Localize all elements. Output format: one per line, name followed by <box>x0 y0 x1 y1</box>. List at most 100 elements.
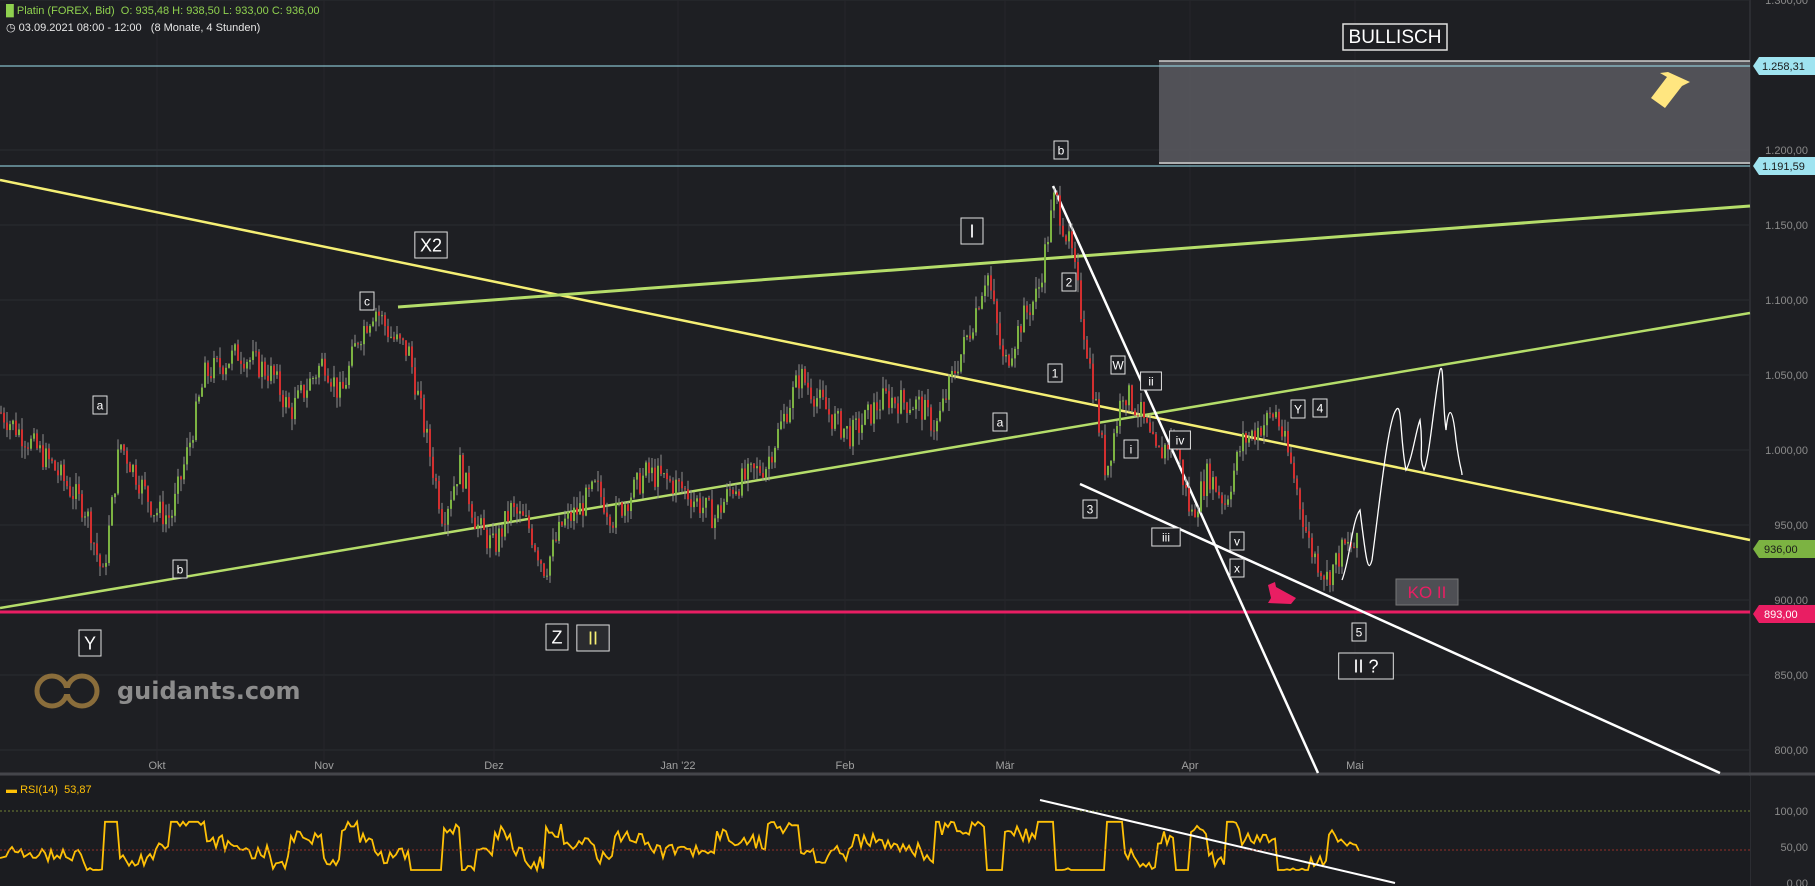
candle-body <box>501 528 503 537</box>
candle-body <box>105 563 107 567</box>
candle-body <box>909 409 911 414</box>
candle-body <box>447 508 449 525</box>
candle-body <box>747 463 749 480</box>
chart-canvas: 800,00850,00900,00950,001.000,001.050,00… <box>0 0 1815 886</box>
candle-body <box>708 497 710 500</box>
candle-body <box>732 489 734 495</box>
candle-body <box>996 301 998 324</box>
candle-body <box>1047 241 1049 245</box>
candle-body <box>369 325 371 333</box>
candle-body <box>150 501 152 516</box>
candle-body <box>141 479 143 494</box>
candle-body <box>210 376 212 379</box>
candle-body <box>252 351 254 360</box>
candle-body <box>1326 571 1328 580</box>
candle-body <box>615 502 617 528</box>
candle-body <box>39 445 41 449</box>
candle-body <box>345 384 347 389</box>
candle-body <box>291 407 293 420</box>
candle-body <box>432 456 434 478</box>
candle-body <box>1224 503 1226 505</box>
price-tag-1258: 1.258,31 <box>1753 57 1815 75</box>
candle-body <box>1245 432 1247 443</box>
candle-body <box>159 501 161 513</box>
candle-body <box>786 413 788 423</box>
candle-body <box>1014 348 1016 359</box>
candle-body <box>636 472 638 480</box>
candle-body <box>63 464 65 481</box>
candle-body <box>258 351 260 377</box>
candle-body <box>192 440 194 443</box>
candle-body <box>264 361 266 376</box>
wave-label: 4 <box>1317 401 1324 415</box>
candle-body <box>594 480 596 482</box>
candle-body <box>483 518 485 530</box>
candle-body <box>1041 282 1043 288</box>
candle-body <box>60 464 62 476</box>
candle-body <box>375 311 377 322</box>
price-tag-last: 936,00 <box>1753 540 1815 558</box>
candle-body <box>393 336 395 340</box>
candle-body <box>660 465 662 474</box>
candle-body <box>912 409 914 411</box>
candle-body <box>348 365 350 385</box>
candle-body <box>1104 434 1106 476</box>
candle-body <box>564 518 566 526</box>
candle-body <box>471 504 473 518</box>
candle-body <box>510 502 512 522</box>
candle-body <box>720 505 722 513</box>
candle-body <box>960 354 962 372</box>
candle-body <box>207 362 209 377</box>
svg-text:936,00: 936,00 <box>1764 544 1798 556</box>
candle-body <box>1227 499 1229 505</box>
candle-body <box>267 375 269 381</box>
candle-body <box>1221 495 1223 504</box>
candle-body <box>477 524 479 529</box>
candle-body <box>1143 401 1145 418</box>
wave-label: b <box>1058 143 1065 157</box>
candle-body <box>1248 436 1250 443</box>
candle-body <box>411 346 413 368</box>
rsi-value: 53,87 <box>64 784 92 796</box>
candle-body <box>255 351 257 353</box>
candle-icon: █ <box>6 5 14 17</box>
candle-body <box>588 487 590 490</box>
candle-body <box>1266 412 1268 426</box>
candle-body <box>969 335 971 339</box>
candle-body <box>231 350 233 364</box>
candle-body <box>849 426 851 447</box>
candle-body <box>1341 539 1343 567</box>
candle-body <box>528 515 530 529</box>
candle-body <box>987 275 989 286</box>
candle-body <box>180 476 182 480</box>
candle-body <box>66 480 68 487</box>
candle-body <box>792 387 794 408</box>
candle-body <box>768 456 770 470</box>
candle-body <box>729 489 731 491</box>
candle-body <box>522 511 524 516</box>
candle-body <box>204 362 206 388</box>
candle-body <box>1314 553 1316 558</box>
candle-body <box>468 472 470 505</box>
candle-body <box>165 515 167 525</box>
wave-label: v <box>1234 534 1240 548</box>
candle-body <box>666 473 668 480</box>
candle-body <box>372 321 374 326</box>
candle-body <box>111 497 113 526</box>
candle-body <box>1251 430 1253 437</box>
candle-body <box>309 378 311 391</box>
candle-body <box>273 365 275 375</box>
rsi-legend: ▬ RSI(14) 53,87 <box>6 784 92 796</box>
candle-body <box>1152 431 1154 435</box>
wave-label: i <box>1130 442 1133 456</box>
svg-text:1.258,31: 1.258,31 <box>1762 61 1805 73</box>
candle-body <box>57 470 59 476</box>
candle-body <box>297 390 299 398</box>
candle-body <box>84 516 86 518</box>
candle-body <box>678 479 680 482</box>
wave-label: iii <box>1162 530 1170 544</box>
candle-body <box>129 463 131 473</box>
candle-body <box>1263 425 1265 436</box>
candle-body <box>1086 339 1088 359</box>
candle-body <box>1080 280 1082 319</box>
